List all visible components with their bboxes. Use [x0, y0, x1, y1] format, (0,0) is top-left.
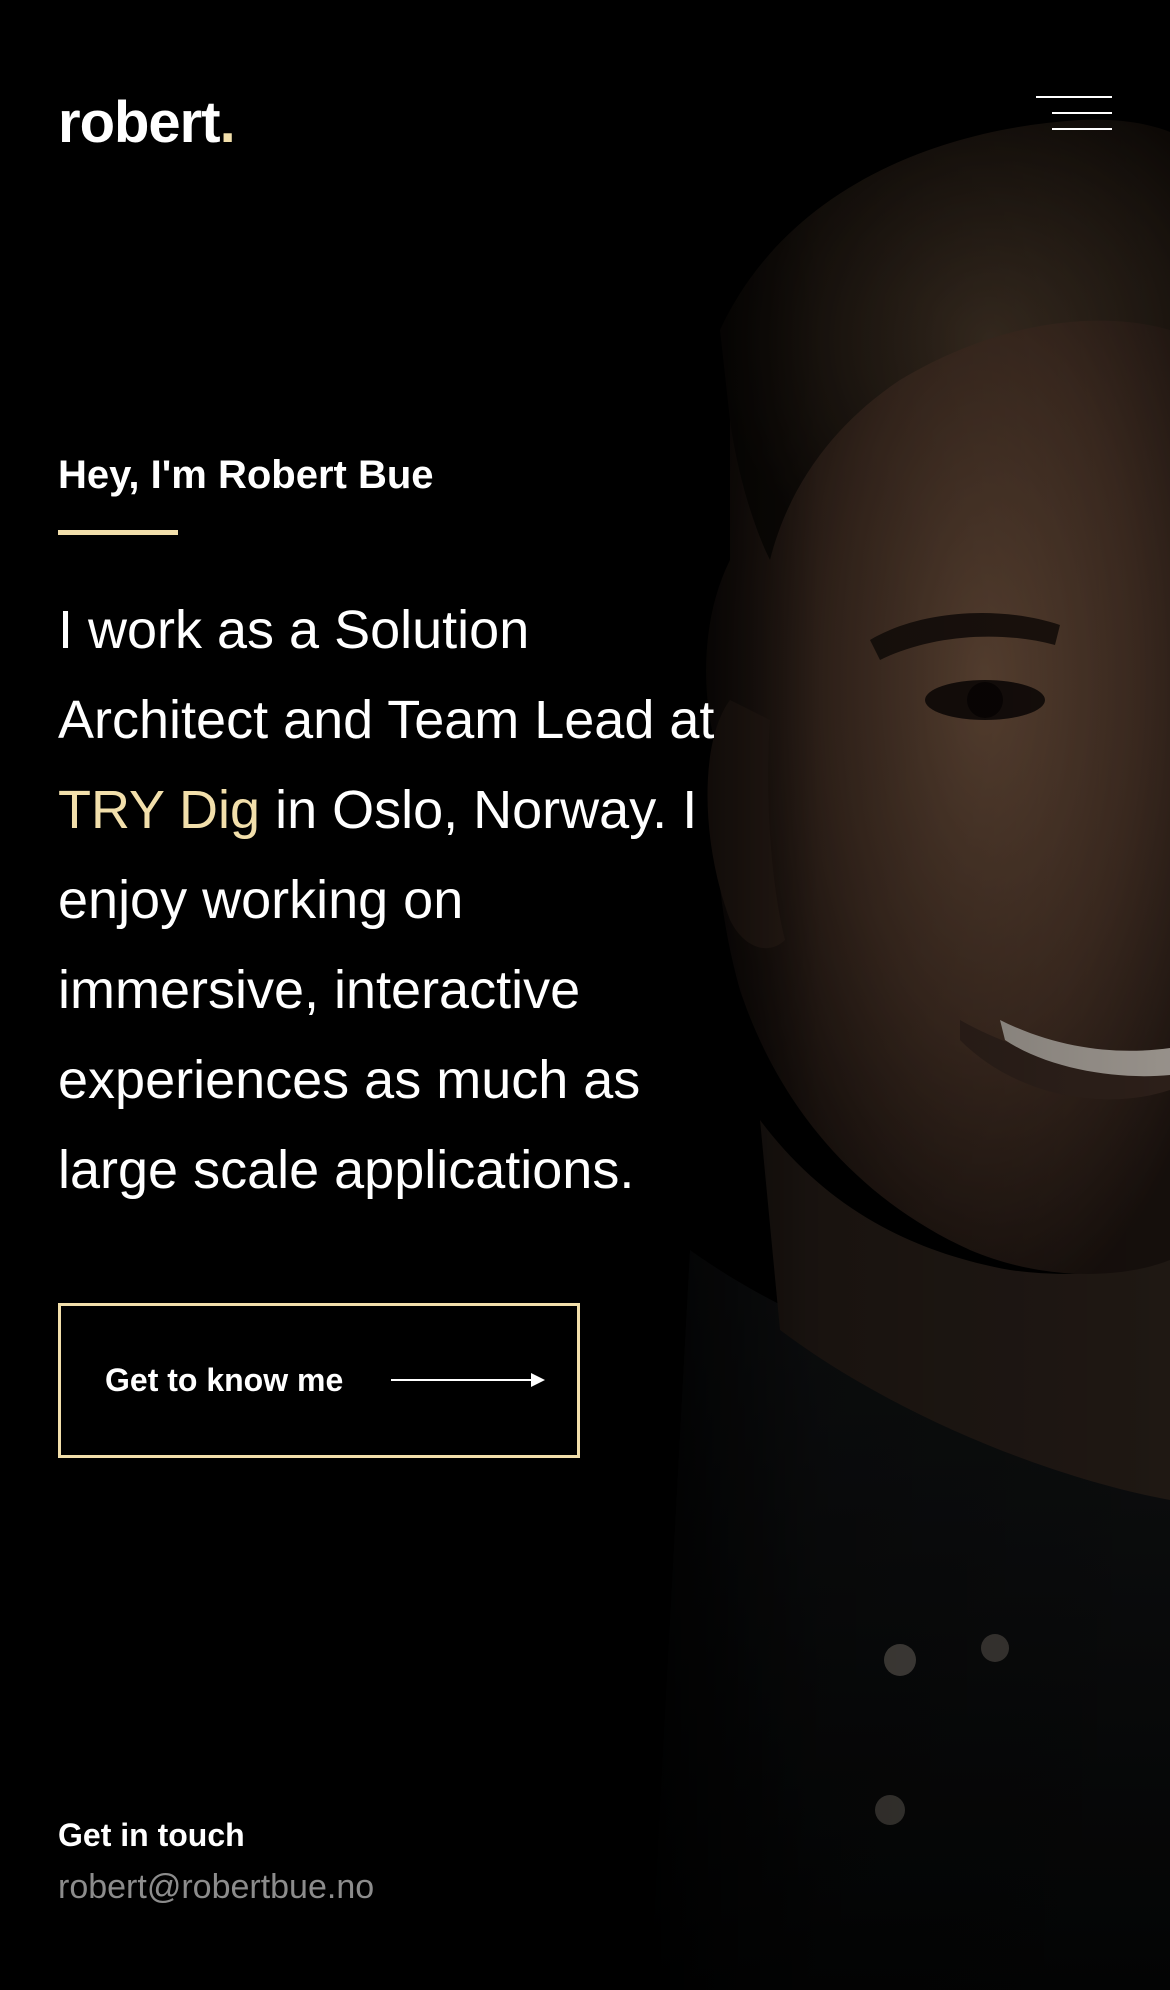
cta-label: Get to know me	[105, 1362, 344, 1398]
arrow-right-icon	[391, 1373, 545, 1387]
logo-dot: .	[219, 90, 236, 155]
contact-heading: Get in touch	[58, 1817, 245, 1853]
site-logo[interactable]: robert.	[58, 78, 236, 168]
bio-text-start: I work as a Solution Architect and Team …	[58, 600, 715, 750]
hamburger-menu-icon	[1036, 96, 1112, 98]
get-to-know-me-button[interactable]: Get to know me	[58, 1303, 580, 1458]
hamburger-menu-icon-line	[1052, 112, 1112, 114]
bio-text: I work as a Solution Architect and Team …	[58, 585, 718, 1215]
greeting-underline	[58, 530, 178, 535]
company-link[interactable]: TRY Dig	[58, 780, 260, 840]
bio-text-end: in Oslo, Norway. I enjoy working on imme…	[58, 780, 698, 1200]
logo-text: robert	[58, 90, 221, 155]
site-header: robert.	[58, 78, 1112, 168]
contact-section: Get in touch robert@robertbue.no	[58, 1812, 658, 1910]
hamburger-menu-button[interactable]	[1034, 96, 1112, 136]
hamburger-menu-icon-line	[1052, 128, 1112, 130]
greeting-heading: Hey, I'm Robert Bue	[58, 453, 434, 497]
intro-section: Hey, I'm Robert Bue I work as a Solution…	[58, 448, 718, 1269]
contact-email-link[interactable]: robert@robertbue.no	[58, 1864, 658, 1910]
